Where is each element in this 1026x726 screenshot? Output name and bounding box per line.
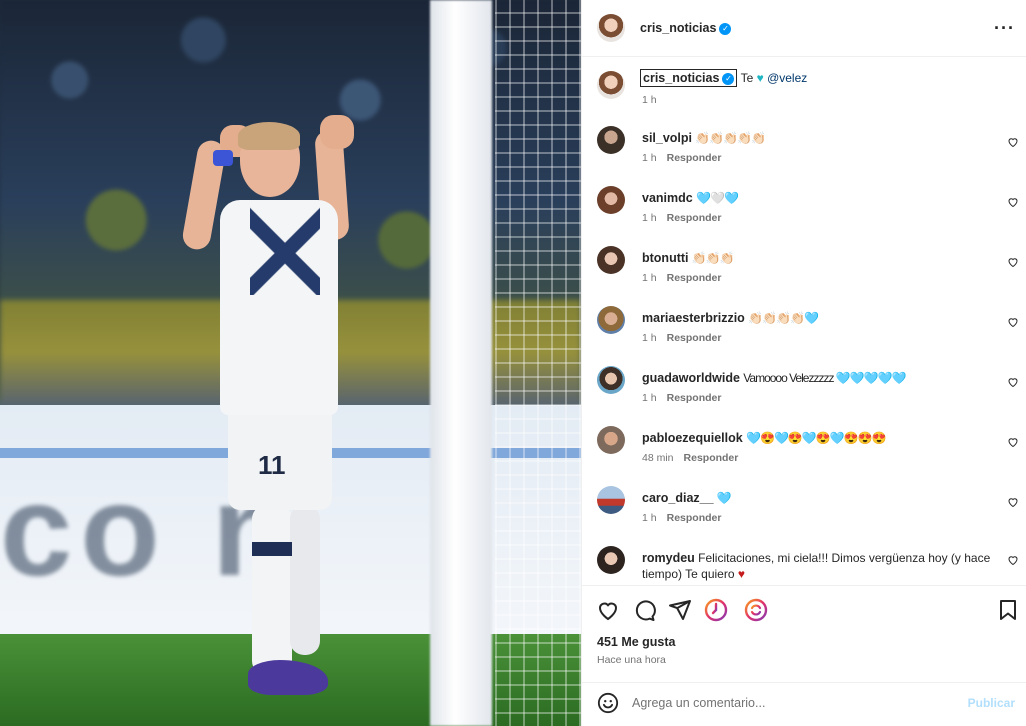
commenter-avatar[interactable]	[597, 126, 625, 154]
comment-time: 1 h	[642, 392, 657, 404]
commenter-username[interactable]: pabloezequiellok	[642, 431, 743, 445]
post-side-panel: cris_noticias ✓ ··· cris_noticias ✓ Te ♥ @…	[581, 0, 1026, 726]
repost-icon[interactable]	[704, 598, 728, 622]
reply-button[interactable]: Responder	[667, 332, 722, 344]
comment-item: btonutti 👏🏻👏🏻👏🏻 1 h Responder	[582, 240, 1026, 300]
goal-post	[430, 0, 492, 726]
comment-item: romydeu Felicitaciones, mi ciela!!! Dimo…	[582, 540, 1026, 584]
commenter-username[interactable]: vanimdc	[642, 191, 693, 205]
commenter-username[interactable]: btonutti	[642, 251, 689, 265]
caption-avatar[interactable]	[597, 71, 625, 99]
commenter-username[interactable]: sil_volpi	[642, 131, 692, 145]
add-comment-bar: Publicar	[582, 682, 1026, 726]
comment-text: 👏🏻👏🏻👏🏻👏🏻🩵	[748, 311, 819, 325]
comment-time: 1 h	[642, 332, 657, 344]
reply-button[interactable]: Responder	[667, 212, 722, 224]
like-heart-icon[interactable]	[596, 598, 620, 622]
like-comment-icon[interactable]	[1007, 376, 1019, 388]
caption-time: 1 h	[642, 94, 657, 106]
verified-badge-icon: ✓	[719, 22, 732, 35]
comment-time: 1 h	[642, 512, 657, 524]
commenter-avatar[interactable]	[597, 306, 625, 334]
post-photo[interactable]: co n 11	[0, 0, 581, 726]
commenter-avatar[interactable]	[597, 366, 625, 394]
comment-time: 1 h	[642, 272, 657, 284]
commenter-avatar[interactable]	[597, 246, 625, 274]
reply-button[interactable]: Responder	[684, 452, 739, 464]
post-timestamp: Hace una hora	[597, 654, 666, 666]
caption-username[interactable]: cris_noticias	[643, 71, 719, 85]
comment-text: Felicitaciones, mi ciela!!! Dimos vergüe…	[642, 551, 991, 581]
share-send-icon[interactable]	[668, 598, 692, 622]
commenter-avatar[interactable]	[597, 426, 625, 454]
emoji-picker-icon[interactable]	[597, 692, 619, 714]
commenter-avatar[interactable]	[597, 486, 625, 514]
reply-button[interactable]: Responder	[667, 512, 722, 524]
save-bookmark-icon[interactable]	[996, 598, 1020, 622]
goal-net	[495, 0, 581, 726]
publish-button[interactable]: Publicar	[968, 696, 1015, 710]
commenter-username[interactable]: mariaesterbrizzio	[642, 311, 745, 325]
like-comment-icon[interactable]	[1007, 256, 1019, 268]
caption-text: Te	[740, 71, 754, 85]
comments-list[interactable]: sil_volpi 👏🏻👏🏻👏🏻👏🏻👏🏻 1 h Responder vanimd…	[582, 120, 1026, 584]
reply-button[interactable]: Responder	[667, 152, 722, 164]
comment-text: 🩵🤍🩵	[696, 191, 739, 205]
comment-item: caro_diaz__ 🩵 1 h Responder	[582, 480, 1026, 540]
comment-text: Vamoooo Velezzzzz 🩵🩵🩵🩵🩵	[743, 371, 906, 385]
like-comment-icon[interactable]	[1007, 136, 1019, 148]
comment-text: 👏🏻👏🏻👏🏻	[691, 251, 735, 265]
commenter-username[interactable]: guadaworldwide	[642, 371, 740, 385]
like-comment-icon[interactable]	[1007, 554, 1019, 566]
like-comment-icon[interactable]	[1007, 196, 1019, 208]
author-avatar[interactable]	[597, 14, 625, 42]
reply-button[interactable]: Responder	[667, 392, 722, 404]
comment-text: 👏🏻👏🏻👏🏻👏🏻👏🏻	[695, 131, 766, 145]
comment-time: 1 h	[642, 212, 657, 224]
post-caption: cris_noticias ✓ Te ♥ @velez 1 h	[582, 60, 1026, 120]
comment-text: 🩵😍🩵😍🩵😍🩵😍😍😍	[746, 431, 886, 445]
post-actions-bar	[582, 585, 1026, 629]
celebrating-player: 11	[180, 110, 370, 710]
commenter-avatar[interactable]	[597, 186, 625, 214]
comment-time: 48 min	[642, 452, 674, 464]
commenter-username[interactable]: caro_diaz__	[642, 491, 714, 505]
comment-time: 1 h	[642, 152, 657, 164]
more-options-icon[interactable]: ···	[994, 18, 1015, 39]
comment-input[interactable]	[632, 691, 952, 715]
author-username[interactable]: cris_noticias	[640, 21, 716, 35]
comment-item: mariaesterbrizzio 👏🏻👏🏻👏🏻👏🏻🩵 1 h Responder	[582, 300, 1026, 360]
like-comment-icon[interactable]	[1007, 316, 1019, 328]
like-comment-icon[interactable]	[1007, 436, 1019, 448]
red-heart-icon: ♥	[737, 567, 745, 581]
reply-button[interactable]: Responder	[667, 272, 722, 284]
comment-item: sil_volpi 👏🏻👏🏻👏🏻👏🏻👏🏻 1 h Responder	[582, 120, 1026, 180]
post-header: cris_noticias ✓ ···	[582, 0, 1026, 57]
likes-count[interactable]: 451 Me gusta	[597, 635, 676, 649]
commenter-username[interactable]: romydeu	[642, 551, 695, 565]
like-comment-icon[interactable]	[1007, 496, 1019, 508]
commenter-avatar[interactable]	[597, 546, 625, 574]
comment-bubble-icon[interactable]	[632, 598, 656, 622]
caption-mention[interactable]: @velez	[767, 71, 807, 85]
verified-badge-icon: ✓	[722, 72, 735, 85]
teal-heart-icon: ♥	[756, 71, 764, 85]
reshare-icon[interactable]	[744, 598, 768, 622]
comment-item: guadaworldwide Vamoooo Velezzzzz 🩵🩵🩵🩵🩵 1…	[582, 360, 1026, 420]
comment-item: vanimdc 🩵🤍🩵 1 h Responder	[582, 180, 1026, 240]
comment-text: 🩵	[716, 491, 732, 505]
comment-item: pabloezequiellok 🩵😍🩵😍🩵😍🩵😍😍😍 48 min Respon…	[582, 420, 1026, 480]
